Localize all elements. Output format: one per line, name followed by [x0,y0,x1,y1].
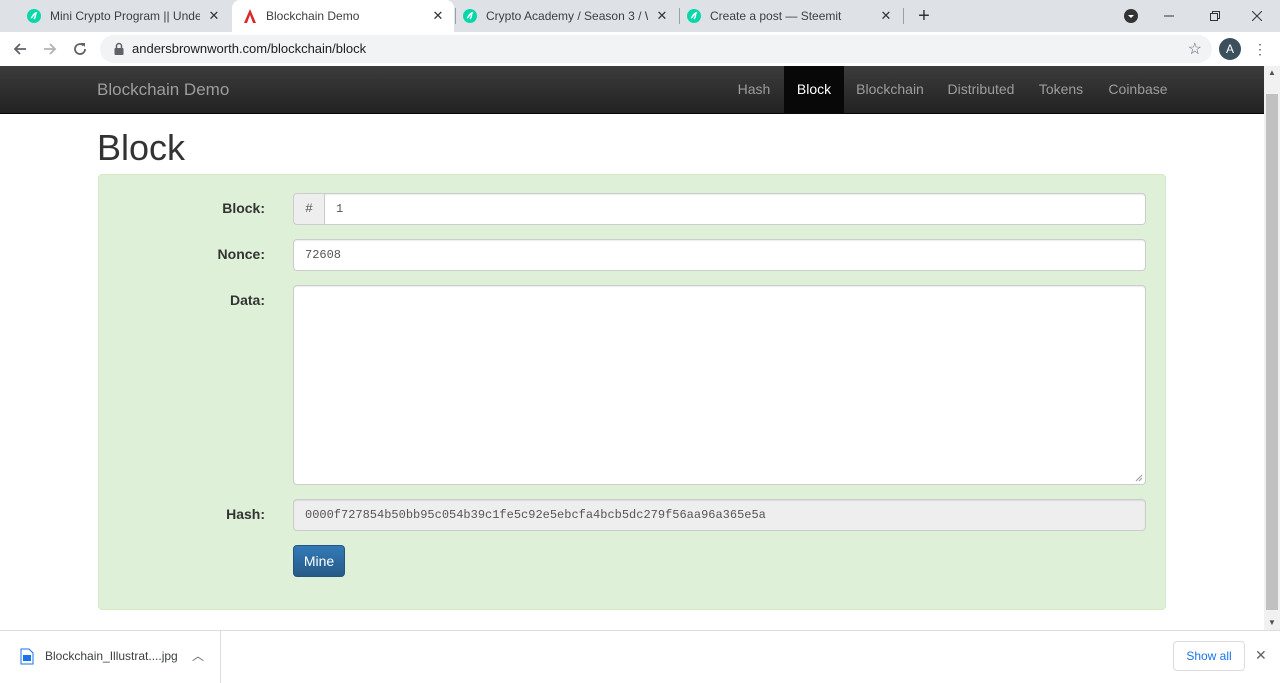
page-scrollbar[interactable]: ▲ ▼ [1264,66,1280,630]
tab-close-icon[interactable]: ✕ [878,8,894,24]
site-brand[interactable]: Blockchain Demo [97,80,229,100]
resize-grip-icon[interactable] [1135,474,1143,482]
nav-hash[interactable]: Hash [725,66,783,114]
browser-tab-3[interactable]: Create a post — Steemit ✕ [680,0,902,32]
profile-avatar[interactable]: A [1219,38,1241,60]
nonce-input[interactable]: 72608 [293,239,1146,271]
tab-separator [679,8,680,24]
steemit-icon [687,9,701,23]
new-tab-plus-icon[interactable]: + [912,4,936,28]
block-number-addon: # [293,193,325,225]
tab-close-icon[interactable]: ✕ [206,8,222,24]
block-label: Block: [222,200,265,216]
minimize-icon[interactable] [1146,0,1192,32]
back-arrow-icon[interactable] [8,37,32,61]
nonce-label: Nonce: [217,246,265,262]
window-close-icon[interactable] [1234,0,1280,32]
scrollbar-thumb[interactable] [1266,94,1278,610]
site-navbar: Blockchain Demo Hash Block Blockchain Di… [0,66,1264,114]
tab-separator [903,8,904,24]
bookmark-star-icon[interactable]: ☆ [1188,39,1202,59]
scroll-down-arrow-icon[interactable]: ▼ [1264,616,1280,630]
steemit-icon [463,9,477,23]
hash-output: 0000f727854b50bb95c054b39c1fe5c92e5ebcfa… [293,499,1146,531]
browser-tab-2[interactable]: Crypto Academy / Season 3 / We ✕ [456,0,678,32]
tab-title: Crypto Academy / Season 3 / We [486,9,648,23]
tab-title: Mini Crypto Program || Understa [50,9,200,23]
scroll-up-arrow-icon[interactable]: ▲ [1264,66,1280,80]
nav-blockchain[interactable]: Blockchain [844,66,936,114]
page-title: Block [97,127,186,168]
download-item[interactable]: Blockchain_Illustrat....jpg ︿ [0,631,221,683]
restore-icon[interactable] [1192,0,1238,32]
lock-icon [114,42,124,55]
reload-icon[interactable] [68,37,92,61]
browser-toolbar: andersbrownworth.com/blockchain/block ☆ … [0,32,1280,66]
anders-logo-icon [244,9,256,23]
nav-tokens[interactable]: Tokens [1026,66,1096,114]
nav-distributed[interactable]: Distributed [936,66,1026,114]
block-form-panel: Block: # 1 Nonce: 72608 Data: Hash: 0000… [98,174,1166,610]
block-number-input[interactable]: 1 [324,193,1146,225]
close-shelf-icon[interactable]: ✕ [1255,647,1267,664]
browser-tab-1[interactable]: Blockchain Demo ✕ [232,0,454,32]
forward-arrow-icon[interactable] [38,37,62,61]
tab-separator [455,8,456,24]
url-text: andersbrownworth.com/blockchain/block [132,41,367,56]
mine-button[interactable]: Mine [293,545,345,577]
tab-title: Create a post — Steemit [710,9,842,23]
tab-close-icon[interactable]: ✕ [430,8,446,24]
browser-tab-0[interactable]: Mini Crypto Program || Understa ✕ [8,0,230,32]
data-label: Data: [229,292,265,308]
image-file-icon [20,648,34,665]
page-viewport: Blockchain Demo Hash Block Blockchain Di… [0,66,1264,630]
download-file-name: Blockchain_Illustrat....jpg [45,649,178,663]
data-textarea[interactable] [293,285,1146,485]
nav-coinbase[interactable]: Coinbase [1096,66,1180,114]
hash-label: Hash: [226,506,265,522]
address-bar[interactable]: andersbrownworth.com/blockchain/block ☆ [100,35,1212,63]
browser-menu-icon[interactable]: ⋮ [1252,40,1268,58]
tab-title: Blockchain Demo [266,9,360,23]
tab-close-icon[interactable]: ✕ [654,8,670,24]
chevron-up-icon[interactable]: ︿ [192,647,204,664]
steemit-icon [27,9,41,23]
nav-block[interactable]: Block [784,66,844,114]
show-all-button[interactable]: Show all [1173,641,1245,671]
tab-strip: Mini Crypto Program || Understa ✕ Blockc… [0,0,1280,32]
download-shelf: Blockchain_Illustrat....jpg ︿ Show all ✕ [0,630,1280,683]
